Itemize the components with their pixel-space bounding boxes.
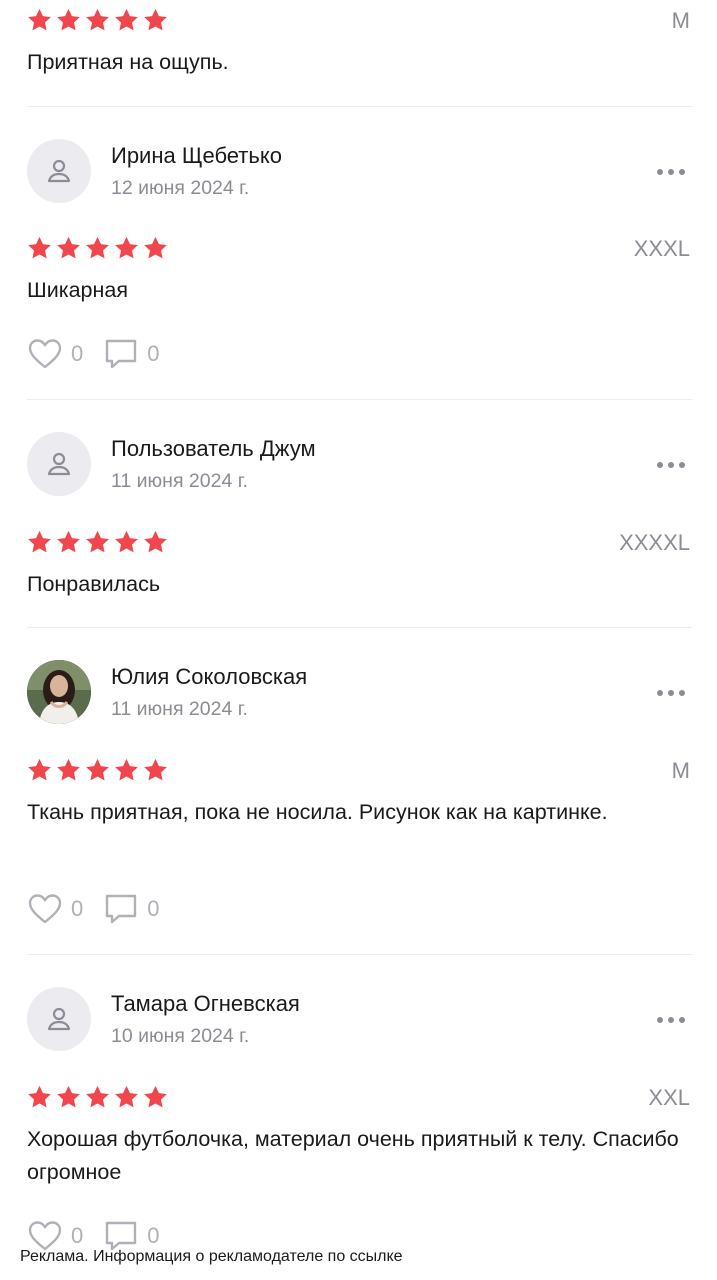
user-photo-avatar bbox=[27, 660, 91, 724]
size-label: XXXXL bbox=[619, 530, 690, 555]
size-label: M bbox=[671, 8, 690, 33]
star-icon bbox=[115, 8, 138, 31]
star-icon bbox=[86, 8, 109, 31]
star-icon bbox=[115, 236, 138, 259]
review-text: Шикарная bbox=[27, 278, 128, 302]
author-name[interactable]: Пользователь Джум bbox=[111, 436, 316, 462]
like-count: 0 bbox=[71, 1223, 84, 1248]
author-name[interactable]: Юлия Соколовская bbox=[111, 664, 307, 690]
star-icon bbox=[28, 236, 51, 259]
review-card-top: M Приятная на ощупь. bbox=[0, 0, 717, 106]
review-card: Тамара Огневская 10 июня 2024 г. XXL Хор… bbox=[0, 955, 717, 1255]
comment-icon bbox=[106, 339, 137, 369]
star-icon bbox=[57, 1085, 80, 1108]
size-label: M bbox=[671, 758, 690, 783]
review-text: Понравилась bbox=[27, 572, 161, 596]
rating-stars bbox=[27, 8, 168, 32]
user-placeholder-icon bbox=[47, 159, 71, 183]
ad-disclaimer-link[interactable]: Реклама. Информация о рекламодателе по с… bbox=[20, 1248, 403, 1266]
comment-count: 0 bbox=[147, 341, 160, 366]
review-actions: 0 0 bbox=[27, 337, 180, 371]
avatar[interactable] bbox=[27, 432, 91, 496]
author-name[interactable]: Ирина Щебетько bbox=[111, 143, 282, 169]
comment-button[interactable]: 0 bbox=[103, 337, 160, 371]
star-icon bbox=[57, 758, 80, 781]
star-icon bbox=[115, 758, 138, 781]
size-label: XXL bbox=[648, 1085, 690, 1110]
review-text: Ткань приятная, пока не носила. Рисунок … bbox=[27, 800, 608, 824]
rating-stars bbox=[27, 1085, 168, 1109]
author-name[interactable]: Тамара Огневская bbox=[111, 991, 300, 1017]
heart-icon bbox=[28, 339, 62, 369]
star-icon bbox=[86, 758, 109, 781]
review-card: Юлия Соколовская 11 июня 2024 г. M Ткань… bbox=[0, 628, 717, 954]
star-icon bbox=[28, 758, 51, 781]
avatar[interactable] bbox=[27, 987, 91, 1051]
comment-icon bbox=[106, 894, 137, 924]
more-dots-icon[interactable] bbox=[657, 168, 685, 176]
star-icon bbox=[144, 236, 167, 259]
review-text: Хорошая футболочка, материал очень прият… bbox=[27, 1127, 679, 1184]
star-icon bbox=[144, 1085, 167, 1108]
review-date: 11 июня 2024 г. bbox=[111, 470, 248, 492]
star-icon bbox=[57, 236, 80, 259]
rating-stars bbox=[27, 530, 168, 554]
star-icon bbox=[28, 530, 51, 553]
review-date: 12 июня 2024 г. bbox=[111, 177, 250, 199]
rating-stars bbox=[27, 758, 168, 782]
more-dots-icon[interactable] bbox=[657, 461, 685, 469]
like-count: 0 bbox=[71, 341, 84, 366]
star-icon bbox=[115, 530, 138, 553]
user-placeholder-icon bbox=[47, 1007, 71, 1031]
star-icon bbox=[57, 8, 80, 31]
review-actions: 0 0 bbox=[27, 892, 180, 926]
more-dots-icon[interactable] bbox=[657, 689, 685, 697]
rating-stars bbox=[27, 236, 168, 260]
like-button[interactable]: 0 bbox=[27, 892, 83, 926]
star-icon bbox=[144, 530, 167, 553]
star-icon bbox=[57, 530, 80, 553]
like-count: 0 bbox=[71, 896, 84, 921]
review-date: 10 июня 2024 г. bbox=[111, 1025, 250, 1047]
star-icon bbox=[115, 1085, 138, 1108]
review-text: Приятная на ощупь. bbox=[27, 50, 229, 74]
star-icon bbox=[144, 8, 167, 31]
star-icon bbox=[86, 530, 109, 553]
avatar[interactable] bbox=[27, 660, 91, 724]
star-icon bbox=[144, 758, 167, 781]
review-card: Ирина Щебетько 12 июня 2024 г. XXXL Шика… bbox=[0, 107, 717, 399]
like-button[interactable]: 0 bbox=[27, 337, 83, 371]
avatar[interactable] bbox=[27, 139, 91, 203]
star-icon bbox=[86, 1085, 109, 1108]
star-icon bbox=[28, 1085, 51, 1108]
user-placeholder-icon bbox=[47, 452, 71, 476]
review-card: Пользователь Джум 11 июня 2024 г. XXXXL … bbox=[0, 400, 717, 627]
comment-count: 0 bbox=[147, 896, 160, 921]
more-dots-icon[interactable] bbox=[657, 1016, 685, 1024]
comment-count: 0 bbox=[147, 1223, 160, 1248]
review-date: 11 июня 2024 г. bbox=[111, 698, 248, 720]
heart-icon bbox=[28, 894, 62, 924]
size-label: XXXL bbox=[633, 236, 690, 261]
star-icon bbox=[28, 8, 51, 31]
comment-button[interactable]: 0 bbox=[103, 892, 160, 926]
star-icon bbox=[86, 236, 109, 259]
